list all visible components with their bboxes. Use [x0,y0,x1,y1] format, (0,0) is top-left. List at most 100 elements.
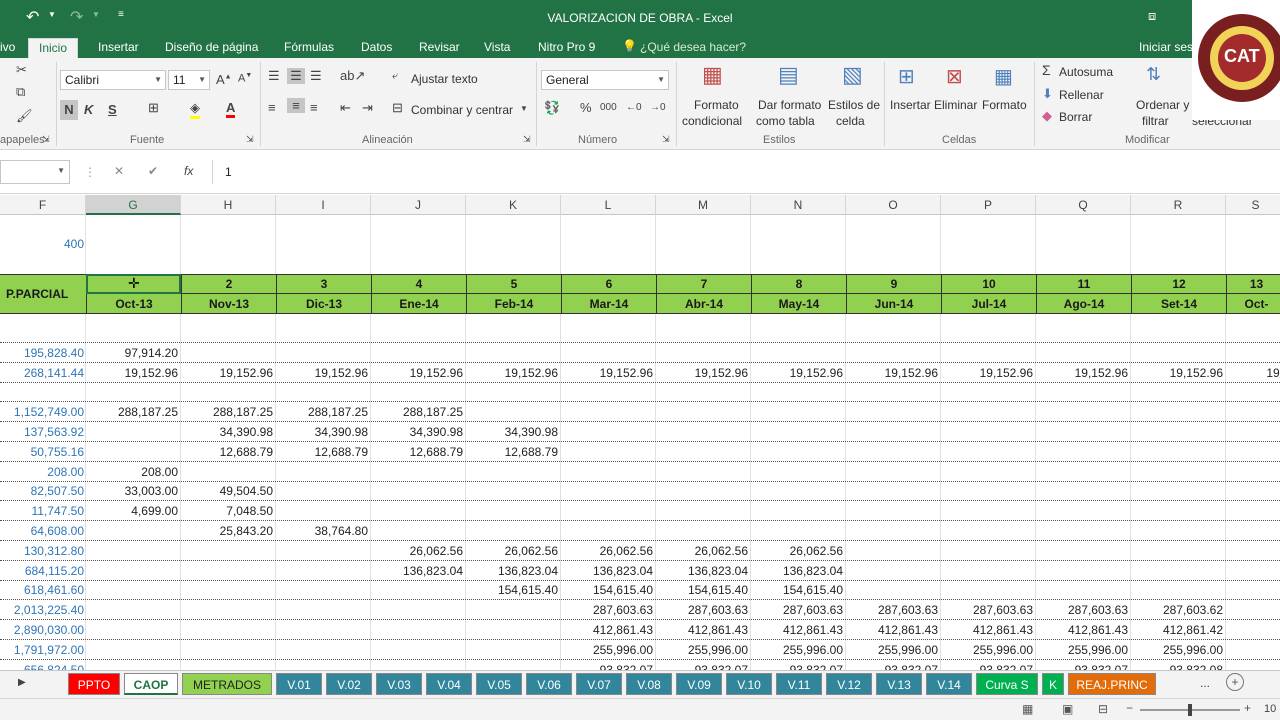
formula-input[interactable]: 1 [212,160,1280,184]
period-number[interactable]: 12 [1131,274,1226,294]
period-number[interactable]: 11 [1036,274,1131,294]
column-header-f[interactable]: F [0,195,86,215]
scroll-tabs-right-icon[interactable]: ▶ [18,677,26,688]
table-cell[interactable]: 19,152.96 [656,363,750,383]
cell-styles-icon[interactable]: ▧ [842,62,863,88]
cell-parcial[interactable]: 82,507.50 [0,481,86,501]
cell-parcial[interactable]: 268,141.44 [0,363,86,383]
increase-decimal-icon[interactable]: ←0 [626,102,642,113]
table-cell[interactable]: 255,996.00 [656,640,750,660]
table-cell[interactable]: 26,062.56 [656,541,750,561]
sheet-tab-v-12[interactable]: V.12 [826,673,872,695]
tab-insertar[interactable]: Insertar [94,38,143,58]
currency-icon[interactable]: 💱 [544,100,560,116]
table-cell[interactable]: 34,390.98 [276,422,370,442]
table-cell[interactable]: 19,152.96 [751,363,845,383]
wrap-text-icon[interactable]: ⤶ [392,70,398,83]
table-cell[interactable]: 287,603.63 [941,600,1035,620]
column-header-j[interactable]: J [371,195,466,215]
period-month[interactable]: Ago-14 [1036,294,1131,314]
table-cell[interactable]: 412,861.43 [941,620,1035,640]
period-number[interactable]: 7 [656,274,751,294]
align-top-icon[interactable]: ☰ [268,68,280,84]
format-painter-icon[interactable]: 🖌 [16,108,33,124]
delete-cells-button[interactable]: Eliminar [934,98,977,112]
table-cell[interactable]: 255,996.00 [751,640,845,660]
table-cell[interactable]: 19,152.96 [1036,363,1130,383]
add-sheet-icon[interactable]: + [1226,673,1244,691]
align-left-icon[interactable]: ≡ [268,100,276,115]
table-cell[interactable]: 93,832.07 [656,660,750,670]
table-cell[interactable]: 287,603.63 [561,600,655,620]
table-cell[interactable]: 19,152.96 [86,363,180,383]
tab-diseno-pagina[interactable]: Diseño de página [161,38,262,58]
table-cell[interactable]: 19,152.96 [276,363,370,383]
period-month[interactable]: Oct-13 [86,294,181,314]
table-cell[interactable]: 208.00 [86,462,180,482]
cell-parcial[interactable]: 2,890,030.00 [0,620,86,640]
table-cell[interactable]: 19,152.96 [941,363,1035,383]
align-center-icon[interactable]: ≡ [287,98,305,113]
more-sheets-button[interactable]: ... [1200,676,1210,690]
zoom-out-icon[interactable]: − [1126,701,1133,715]
tell-me-box[interactable]: ¿Qué desea hacer? [640,40,746,54]
column-header-g[interactable]: G [86,195,181,215]
sort-filter-icon[interactable]: ⇅ [1146,64,1161,85]
format-as-table-button[interactable]: Dar formato [758,98,821,112]
sheet-tab-metrados[interactable]: METRADOS [182,673,272,695]
table-cell[interactable]: 7,048.50 [181,501,275,521]
table-cell[interactable]: 412,861.43 [1036,620,1130,640]
table-cell[interactable]: 136,823.04 [371,561,465,581]
cell-styles-label-2[interactable]: celda [836,114,865,128]
cell-parcial[interactable]: 684,115.20 [0,561,86,581]
cell-styles-button[interactable]: Estilos de [828,98,880,112]
zoom-in-icon[interactable]: + [1244,701,1251,715]
decrease-indent-icon[interactable]: ⇤ [340,100,351,116]
period-month[interactable]: Mar-14 [561,294,656,314]
period-number[interactable]: 5 [466,274,561,294]
format-as-table-label-2[interactable]: como tabla [756,114,815,128]
period-month[interactable]: Oct- [1226,294,1280,314]
table-cell[interactable]: 19,152.96 [846,363,940,383]
percent-icon[interactable]: % [580,100,592,115]
sheet-tab-v-13[interactable]: V.13 [876,673,922,695]
table-cell[interactable]: 26,062.56 [561,541,655,561]
table-cell[interactable]: 287,603.63 [656,600,750,620]
table-cell[interactable]: 287,603.63 [1036,600,1130,620]
column-header-k[interactable]: K [466,195,561,215]
sheet-tab-curva-s[interactable]: Curva S [976,673,1038,695]
borders-icon[interactable]: ⊞ [148,100,159,116]
table-cell[interactable]: 287,603.62 [1131,600,1225,620]
sheet-tab-v-06[interactable]: V.06 [526,673,572,695]
period-month[interactable]: Dic-13 [276,294,371,314]
thousands-icon[interactable]: 000 [600,102,617,113]
cell-parcial[interactable]: 1,791,972.00 [0,640,86,660]
cell-parcial[interactable]: 2,013,225.40 [0,600,86,620]
copy-icon[interactable]: ⧉ [16,84,25,100]
table-cell[interactable]: 412,861.42 [1131,620,1225,640]
table-cell[interactable]: 136,823.04 [561,561,655,581]
period-month[interactable]: Abr-14 [656,294,751,314]
table-cell[interactable]: 97,914.20 [86,343,180,363]
conditional-format-label-2[interactable]: condicional [682,114,742,128]
table-cell[interactable]: 255,996.00 [561,640,655,660]
column-header-n[interactable]: N [751,195,846,215]
period-number[interactable]: 13 [1226,274,1280,294]
table-cell[interactable]: 288,187.25 [276,402,370,422]
period-month[interactable]: Ene-14 [371,294,466,314]
conditional-format-icon[interactable]: ▦ [702,62,723,88]
period-month[interactable]: Feb-14 [466,294,561,314]
table-cell[interactable]: 154,615.40 [751,580,845,600]
wrap-text-button[interactable]: Ajustar texto [411,72,478,86]
table-cell[interactable]: 255,996.00 [1131,640,1225,660]
conditional-format-button[interactable]: Formato [694,98,739,112]
cell-parcial[interactable]: 11,747.50 [0,501,86,521]
align-right-icon[interactable]: ≡ [310,100,318,115]
insert-function-icon[interactable]: fx [184,164,193,178]
period-month[interactable]: Jun-14 [846,294,941,314]
cell-parcial[interactable]: 195,828.40 [0,343,86,363]
font-color-icon[interactable]: A [226,100,236,118]
align-bottom-icon[interactable]: ☰ [310,68,322,84]
merge-center-icon[interactable]: ⊟ [392,100,403,116]
table-cell[interactable]: 412,861.43 [846,620,940,640]
